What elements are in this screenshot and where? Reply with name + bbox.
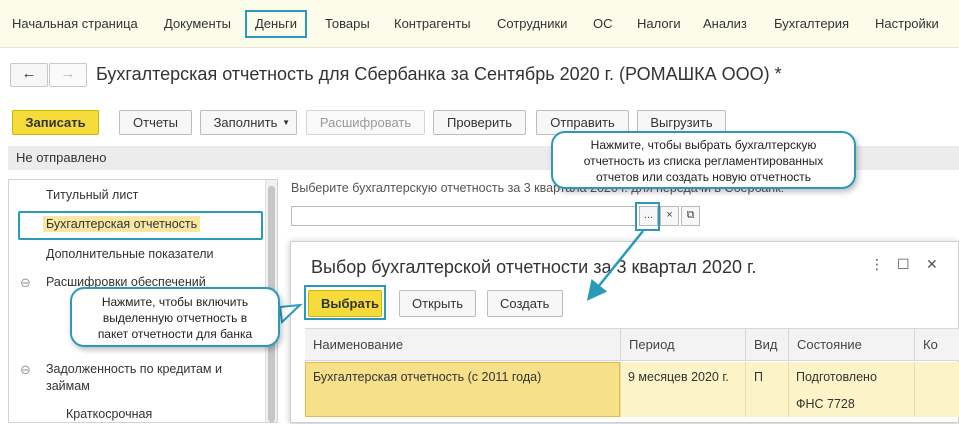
tooltip-select-report: Нажмите, чтобы выбрать бухгалтерскую отч… [551, 131, 856, 189]
tooltip-line: пакет отчетности для банка [97, 327, 253, 341]
tooltip-choose: Нажмите, чтобы включить выделенную отчет… [70, 287, 280, 347]
callout-arrows [278, 157, 644, 325]
tooltip-line: Нажмите, чтобы выбрать бухгалтерскую [590, 138, 817, 152]
tooltip-line: Нажмите, чтобы включить [101, 295, 249, 309]
tooltip-line: отчетность из списка регламентированных [583, 154, 824, 168]
tip2-pointer [278, 303, 303, 325]
arrow-to-dialog [586, 230, 644, 301]
tooltip-line: выделенную отчетность в [102, 311, 248, 325]
tooltip-line: отчетов или создать новую отчетность [595, 170, 812, 184]
